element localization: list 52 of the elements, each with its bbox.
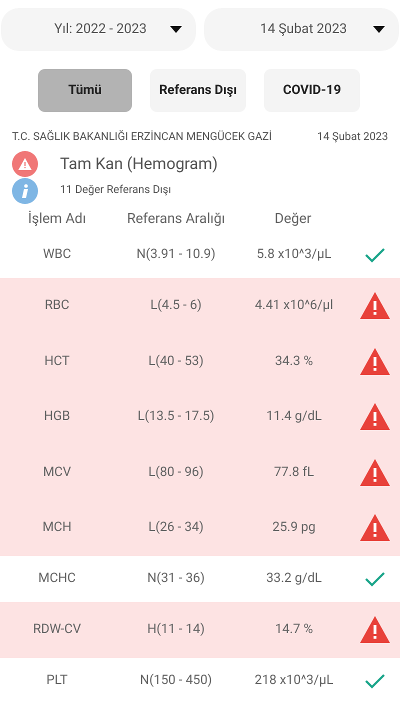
table-cell-text: 5.8 x10^3/µL [256,246,332,264]
table-cell-text: 14.7 % [274,621,314,639]
check-icon [365,672,385,689]
table-cell-text: L(4.5 - 6) [149,297,203,315]
warning-icon [360,514,390,542]
warning-icon [360,616,390,644]
table-cell-text: 77.8 fL [272,464,316,482]
warning-icon [360,403,390,430]
table-cell-text: H(11 - 14) [146,621,206,639]
filter-tab[interactable]: COVID-19 [264,69,360,112]
table-cell-text: HCT [43,352,71,370]
table-cell-text: L(40 - 53) [147,352,205,370]
warning-icon [360,348,390,375]
table-cell-text: MCHC [37,570,77,588]
table-cell-text: 218 x10^3/µL [254,672,334,690]
check-icon [365,246,385,263]
dropdown[interactable]: 14 Şubat 2023 [204,8,399,51]
table-cell-text: N(3.91 - 10.9) [136,246,216,264]
caret-icon [373,26,385,33]
table-cell-text: HGB [42,408,72,426]
table-cell-text: 34.3 % [274,352,314,370]
warning-icon [360,458,390,486]
report-date: 14 Şubat 2023 [317,129,388,145]
table-cell-text: N(31 - 36) [146,570,206,588]
table-cell-text: 25.9 pg [271,519,317,537]
column-header: İşlem Adı [26,210,88,229]
caret-icon [170,26,182,33]
warning-badge-icon [12,150,38,176]
table-cell-text: 11.4 g/dL [265,408,323,426]
table-cell-text: L(13.5 - 17.5) [136,408,216,426]
warning-icon [360,292,390,320]
table-cell-text: RDW-CV [32,621,82,639]
dropdown[interactable]: Yıl: 2022 - 2023 [1,8,196,51]
table-cell-text: L(26 - 34) [147,519,205,537]
table-cell-text: MCV [42,464,72,482]
table-cell-text: 33.2 g/dL [265,570,323,588]
table-cell-text: N(150 - 450) [138,672,214,690]
filter-tab[interactable]: Tümü [38,69,132,112]
test-title: Tam Kan (Hemogram) [60,152,218,174]
table-cell-text: MCH [41,519,73,537]
hospital-name: T.C. SAĞLIK BAKANLIĞI ERZİNCAN MENGÜCEK GAZİ [12,129,272,145]
info-icon [12,178,38,204]
table-cell-text: 4.41 x10^6/µl [254,297,334,315]
column-header: Referans Aralığı [126,210,226,229]
check-icon [365,570,385,587]
column-header: Değer [274,210,312,229]
out-of-range-summary: 11 Değer Referans Dışı [60,182,172,198]
table-cell-text: PLT [45,672,69,690]
table-cell-text: L(80 - 96) [147,464,205,482]
table-cell-text: WBC [42,246,72,264]
filter-tab[interactable]: Referans Dışı [150,69,246,112]
table-cell-text: RBC [44,297,70,315]
